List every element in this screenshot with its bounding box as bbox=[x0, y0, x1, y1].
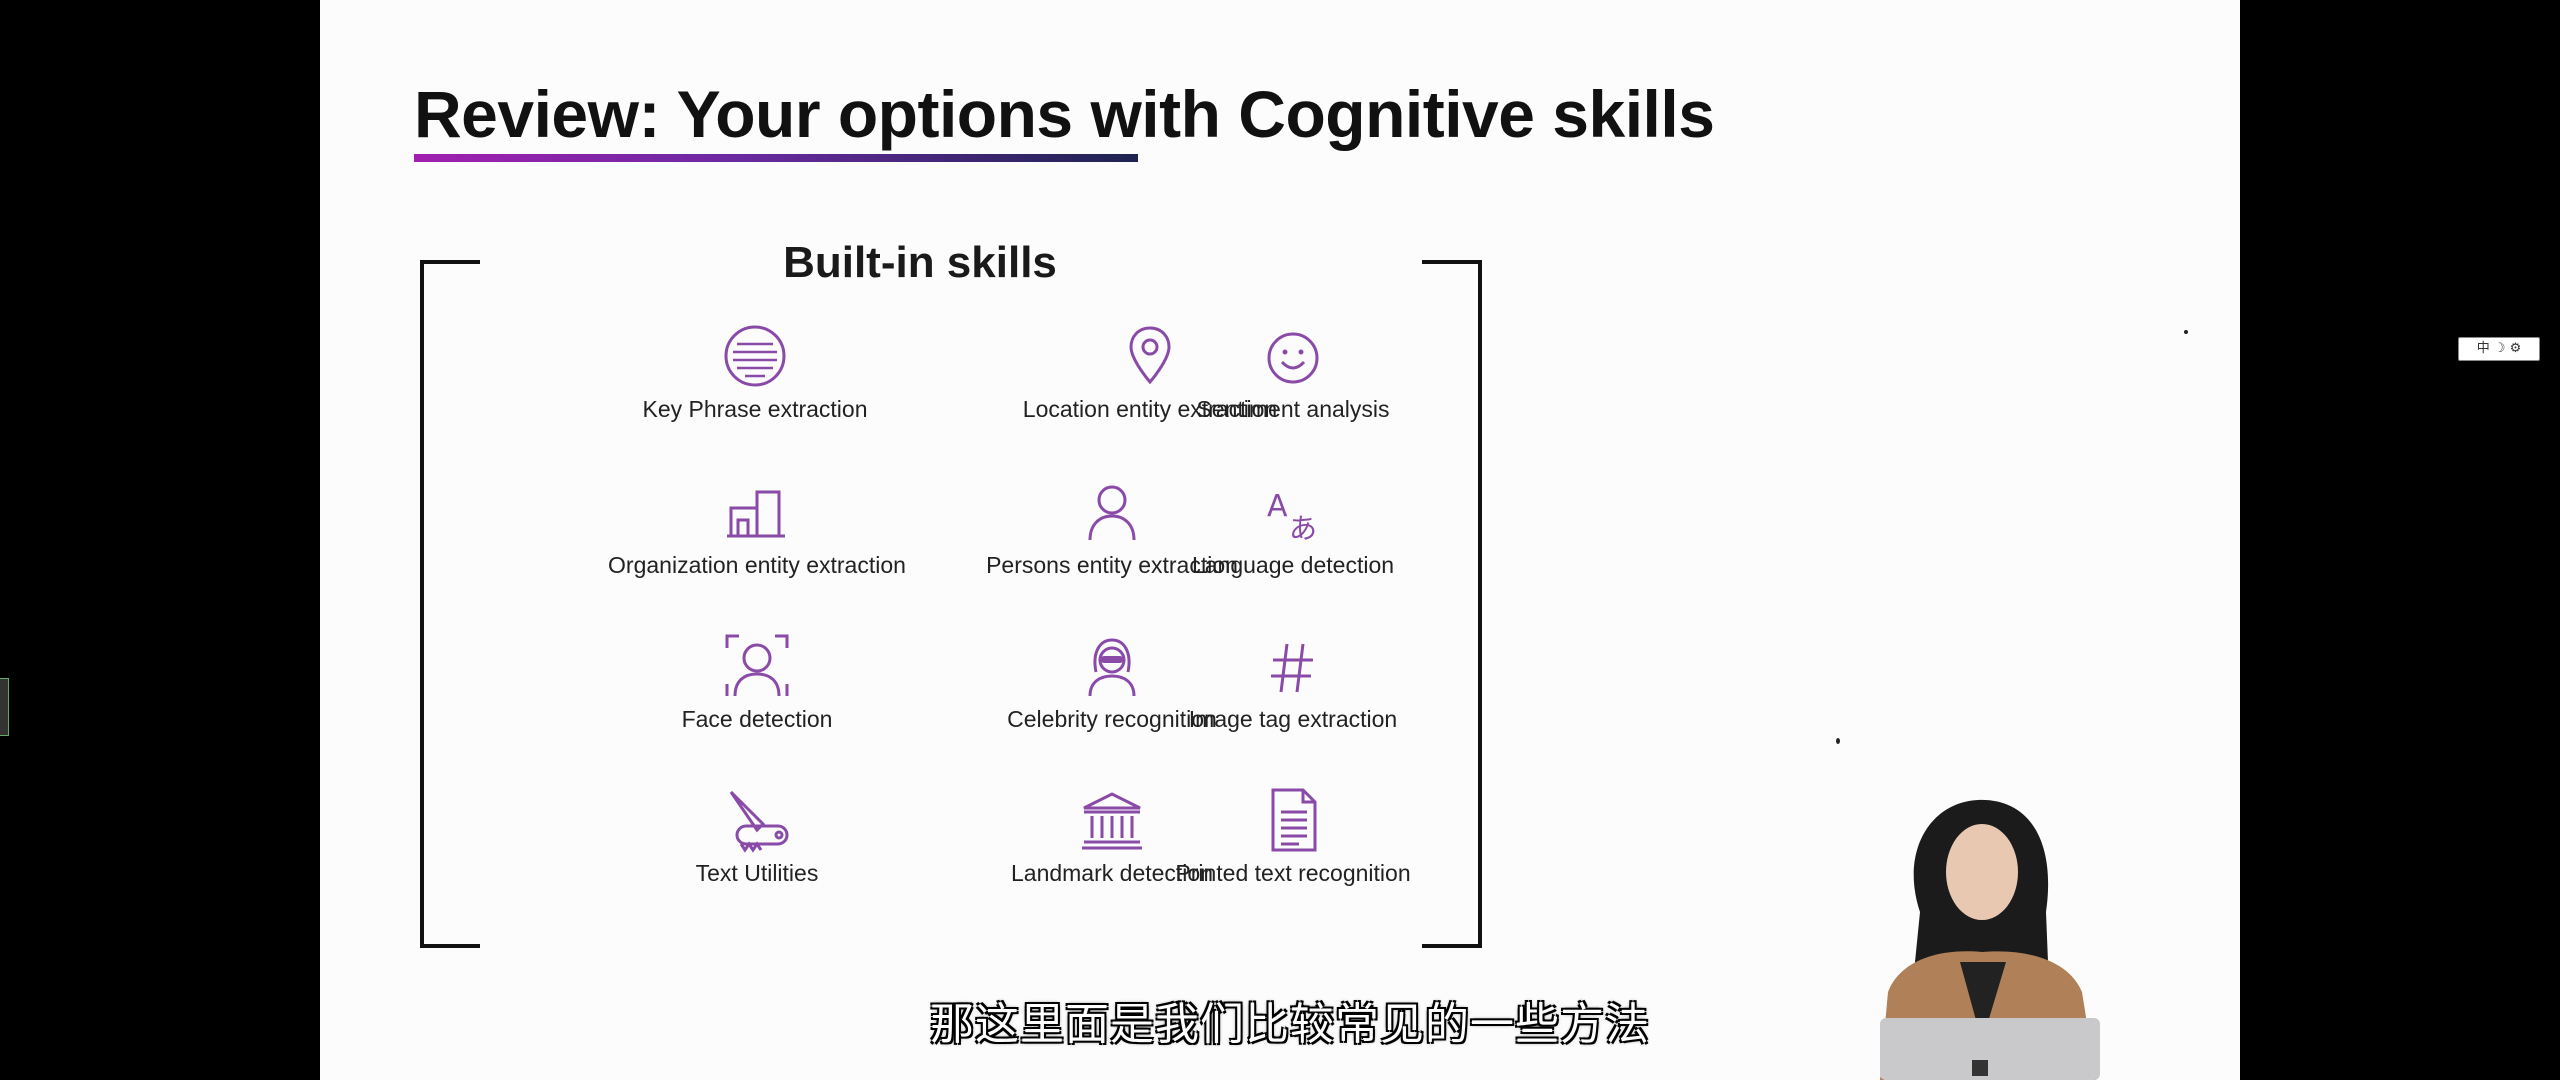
skill-item: Key Phrase extraction bbox=[575, 322, 935, 423]
svg-text:あ: あ bbox=[1289, 512, 1317, 545]
speck bbox=[1836, 738, 1840, 744]
document-icon bbox=[1271, 788, 1317, 852]
side-panel-handle[interactable] bbox=[0, 678, 9, 736]
skill-item: Image tag extraction bbox=[1113, 632, 1473, 733]
face-scan-icon bbox=[725, 634, 789, 697]
group-title: Built-in skills bbox=[783, 238, 1057, 287]
skill-label: Organization entity extraction bbox=[608, 552, 906, 578]
skill-label: Key Phrase extraction bbox=[642, 396, 868, 422]
skill-label: Printed text recognition bbox=[1175, 860, 1411, 886]
skill-label: Sentiment analysis bbox=[1196, 396, 1390, 422]
skill-label: Image tag extraction bbox=[1188, 706, 1398, 732]
svg-text:A: A bbox=[1267, 489, 1288, 524]
buildings-icon bbox=[727, 490, 785, 538]
ime-toolbar[interactable]: 中 ☽ ⚙ bbox=[2458, 337, 2540, 361]
skill-label: Face detection bbox=[681, 706, 833, 732]
skill-item: Printed text recognition bbox=[1113, 786, 1473, 887]
skill-item: Organization entity extraction bbox=[577, 478, 937, 579]
skill-label: Language detection bbox=[1191, 552, 1395, 578]
language-icon: A あ bbox=[1267, 489, 1317, 545]
skill-item: A あ Language detection bbox=[1113, 478, 1473, 579]
skill-label: Text Utilities bbox=[695, 860, 819, 886]
smiley-icon bbox=[1267, 332, 1319, 384]
hashtag-icon bbox=[1271, 643, 1313, 693]
key-phrase-icon bbox=[724, 325, 786, 387]
video-subtitle: 那这里面是我们比较常见的一些方法 bbox=[930, 999, 1650, 1050]
presenter-video bbox=[1880, 799, 2100, 1080]
speck bbox=[2184, 330, 2188, 334]
pocket-knife-icon bbox=[729, 790, 789, 853]
skill-item: Sentiment analysis bbox=[1113, 322, 1473, 423]
left-bracket bbox=[420, 260, 480, 948]
skill-item: Text Utilities bbox=[577, 786, 937, 887]
skill-item: Face detection bbox=[577, 632, 937, 733]
slide-title: Review: Your options with Cognitive skil… bbox=[414, 77, 1715, 151]
presentation-slide: Review: Your options with Cognitive skil… bbox=[320, 0, 2240, 1080]
title-underline bbox=[414, 154, 1138, 162]
